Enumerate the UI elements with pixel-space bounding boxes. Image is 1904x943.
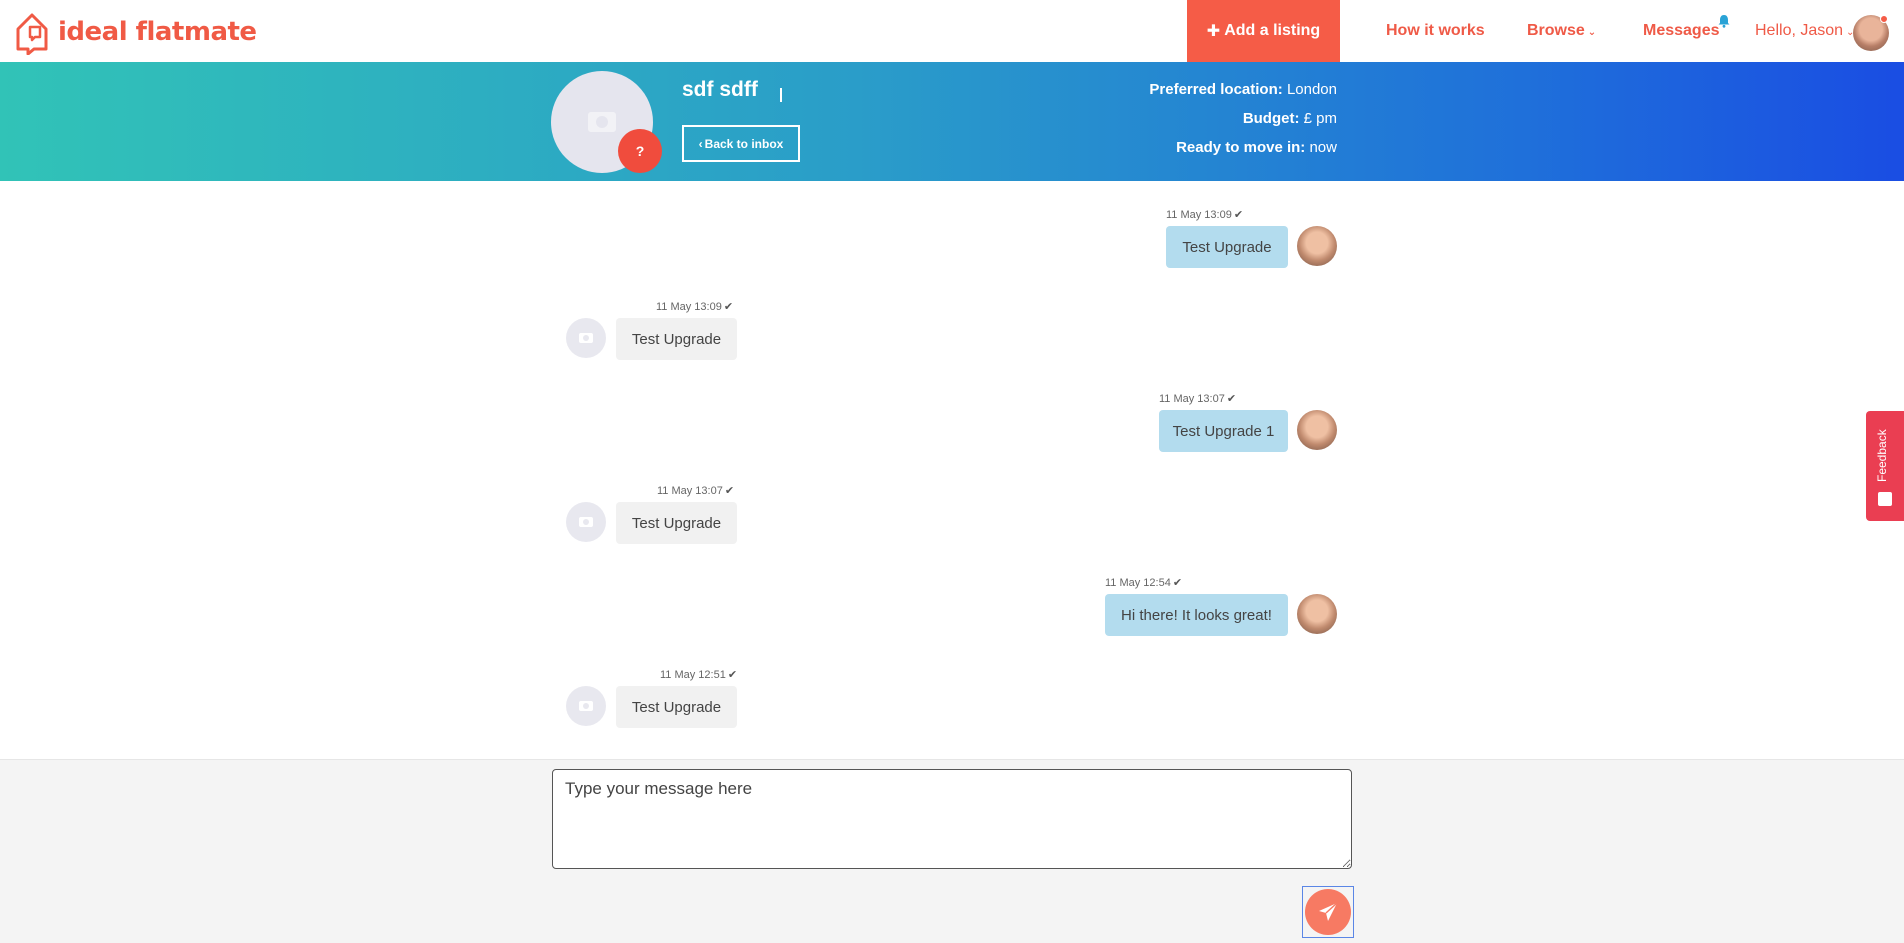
message-time: 11 May 12:51 [660,669,726,681]
profile-name: sdf sdff [682,78,758,101]
bell-icon[interactable] [1717,14,1731,28]
plus-icon: ✚ [1206,23,1221,40]
sender-avatar [1297,594,1337,634]
add-listing-button[interactable]: ✚ Add a listing [1187,0,1340,62]
camera-icon [588,112,616,132]
notification-dot [1880,15,1888,23]
nav-browse-label: Browse [1527,22,1585,39]
send-button-circle [1305,889,1351,935]
recipient-avatar [566,318,606,358]
move-in-label: Ready to move in: [1176,139,1306,156]
message-timestamp: 11 May 13:07 ✔ [657,484,734,497]
message-bubble-outgoing: Test Upgrade [1166,226,1288,268]
message-input[interactable] [552,769,1352,869]
back-to-inbox-button[interactable]: ‹ Back to inbox [682,125,800,162]
recipient-avatar [566,502,606,542]
message-time: 11 May 13:09 [656,301,722,313]
message-timestamp: 11 May 13:09 ✔ [1166,208,1243,221]
message-time: 11 May 12:54 [1105,577,1171,589]
message-bubble-outgoing: Hi there! It looks great! [1105,594,1288,636]
message-time: 11 May 13:09 [1166,209,1232,221]
message-timestamp: 11 May 13:07 ✔ [1159,392,1236,405]
check-icon: ✔ [1226,393,1237,405]
message-time: 11 May 13:07 [657,485,723,497]
check-icon: ✔ [723,301,734,313]
camera-icon [579,517,593,527]
move-in: Ready to move in: now [1176,139,1337,156]
preferred-location-label: Preferred location: [1149,81,1283,98]
chevron-left-icon: ‹ [698,136,703,151]
house-chat-logo-icon [16,13,48,55]
budget: Budget: £ pm [1243,110,1337,127]
back-to-inbox-label: Back to inbox [704,136,784,151]
recipient-avatar [566,686,606,726]
feedback-label: Feedback [1875,429,1889,482]
top-nav: ideal flatmate ✚ Add a listing How it wo… [0,0,1904,62]
user-menu[interactable]: Hello, Jason ⌄ [1755,22,1854,40]
nav-browse[interactable]: Browse ⌄ [1527,22,1596,40]
nav-messages[interactable]: Messages [1643,22,1720,40]
budget-value: £ pm [1303,110,1337,127]
preferred-location: Preferred location: London [1149,81,1337,98]
check-icon: ✔ [727,669,738,681]
add-listing-label: Add a listing [1224,22,1321,39]
chevron-down-icon: ⌄ [1587,27,1597,38]
paper-plane-icon [1319,902,1338,921]
brand-name: ideal flatmate [58,17,257,47]
conversation-header [0,62,1904,181]
message-bubble-incoming: Test Upgrade [616,318,737,360]
preferred-location-value: London [1286,81,1337,98]
check-icon: ✔ [1172,577,1183,589]
camera-icon [579,333,593,343]
name-divider [780,88,782,102]
message-bubble-outgoing: Test Upgrade 1 [1159,410,1288,452]
feedback-icon [1878,492,1892,506]
check-icon: ✔ [1233,209,1244,221]
move-in-value: now [1309,139,1337,156]
send-button[interactable] [1302,886,1354,938]
message-bubble-incoming: Test Upgrade [616,502,737,544]
camera-icon [579,701,593,711]
budget-label: Budget: [1242,110,1300,127]
nav-how-it-works[interactable]: How it works [1386,22,1485,40]
sender-avatar [1297,226,1337,266]
message-timestamp: 11 May 12:54 ✔ [1105,576,1182,589]
message-timestamp: 11 May 12:51 ✔ [660,668,737,681]
message-bubble-incoming: Test Upgrade [616,686,737,728]
check-icon: ✔ [724,485,735,497]
user-greeting: Hello, Jason [1755,22,1844,39]
message-time: 11 May 13:07 [1159,393,1225,405]
question-badge[interactable]: ? [618,129,662,173]
logo[interactable]: ideal flatmate [14,8,257,56]
sender-avatar [1297,410,1337,450]
message-timestamp: 11 May 13:09 ✔ [656,300,733,313]
